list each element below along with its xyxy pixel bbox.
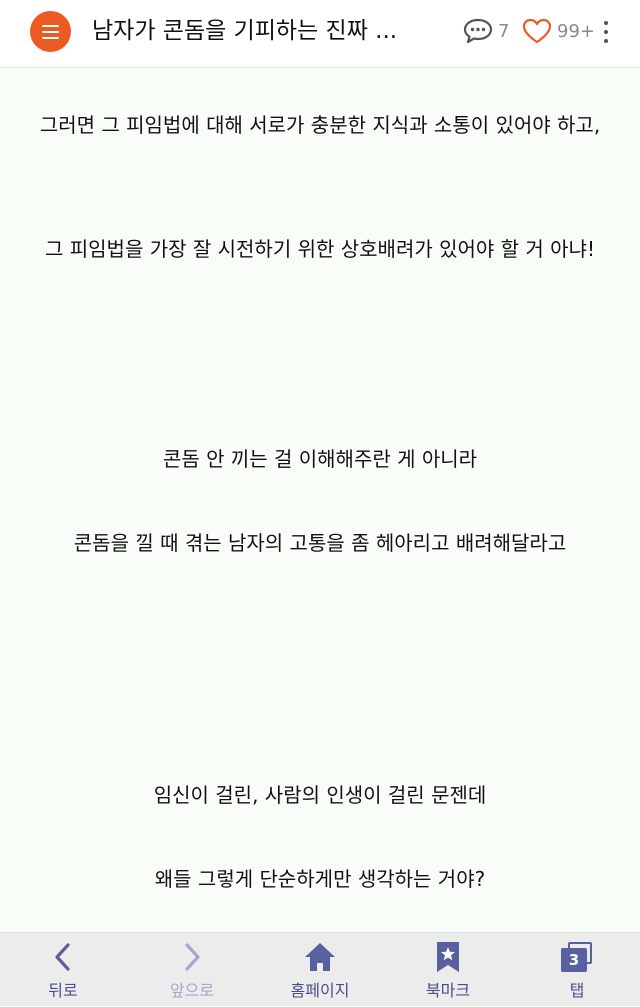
back-label: 뒤로: [48, 981, 78, 1000]
paragraph: 그러면 그 피임법에 대해 서로가 충분한 지식과 소통이 있어야 하고,: [39, 113, 601, 137]
like-button[interactable]: 99+: [521, 16, 595, 46]
forward-label: 앞으로: [169, 981, 215, 1000]
paragraph: 콘돔 안 끼는 걸 이해해주란 게 아니라: [162, 447, 478, 471]
paragraph: 임신이 걸린, 사람의 인생이 걸린 문젠데: [153, 783, 487, 807]
bookmark-star-icon: [437, 942, 459, 972]
home-label: 홈페이지: [290, 981, 350, 1000]
home-icon: [305, 943, 335, 971]
bookmark-button[interactable]: 북마크: [393, 933, 503, 1007]
paragraph: 콘돔을 낄 때 겪는 남자의 고통을 좀 헤아리고 배려해달라고: [73, 531, 567, 555]
paragraph: 왜들 그렇게 단순하게만 생각하는 거야?: [154, 867, 486, 891]
more-options-button[interactable]: [598, 18, 614, 46]
top-bar: 남자가 콘돔을 기피하는 진짜 ... 7 99+: [0, 0, 640, 68]
bottom-navigation: 뒤로 앞으로 홈페이지 북마크 3 탭: [0, 932, 640, 1006]
article-body: 그러면 그 피임법에 대해 서로가 충분한 지식과 소통이 있어야 하고, 그 …: [0, 68, 640, 932]
paragraph: 그 피임법을 가장 잘 시전하기 위한 상호배려가 있어야 할 거 아냐!: [45, 237, 595, 261]
chevron-right-icon: [185, 943, 200, 971]
tabs-label: 탭: [569, 981, 585, 1000]
heart-icon: [522, 18, 552, 44]
page-title: 남자가 콘돔을 기피하는 진짜 ...: [92, 18, 398, 44]
menu-button[interactable]: [30, 11, 71, 52]
chevron-left-icon: [55, 943, 70, 971]
tabs-button[interactable]: 3 탭: [522, 933, 632, 1007]
comment-button[interactable]: 7: [462, 16, 509, 46]
comment-count: 7: [498, 20, 510, 42]
tabs-icon: 3: [561, 942, 593, 972]
forward-button[interactable]: 앞으로: [137, 933, 247, 1007]
home-button[interactable]: 홈페이지: [265, 933, 375, 1007]
back-button[interactable]: 뒤로: [8, 933, 118, 1007]
like-count: 99+: [557, 20, 595, 42]
speech-bubble-icon: [463, 18, 493, 44]
bookmark-label: 북마크: [425, 981, 471, 1000]
tab-count: 3: [561, 948, 587, 972]
